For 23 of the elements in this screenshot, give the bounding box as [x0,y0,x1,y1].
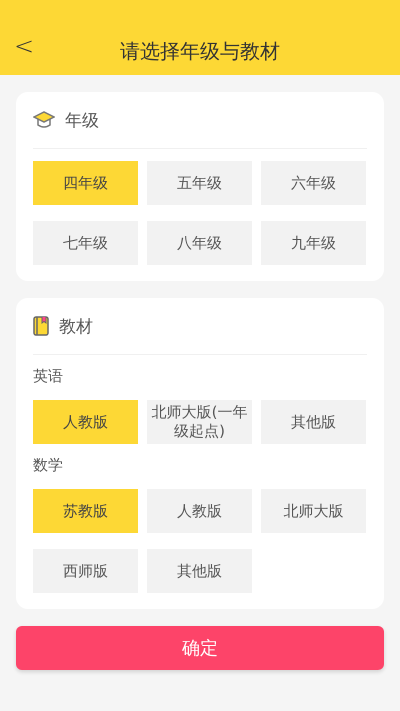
option-button[interactable]: 苏教版 [33,489,138,533]
page-title: 请选择年级与教材 [120,38,280,65]
option-button[interactable]: 八年级 [147,221,252,265]
option-button[interactable]: 北师大版 [261,489,366,533]
option-button[interactable]: 其他版 [147,549,252,593]
confirm-button[interactable]: 确定 [16,626,384,670]
subject-label: 数学 [33,456,64,475]
option-button[interactable]: 九年级 [261,221,366,265]
option-button[interactable]: 北师大版(一年级起点) [147,400,252,444]
section-title: 年级 [65,110,99,132]
back-button[interactable]: < [10,32,38,60]
option-button[interactable]: 西师版 [33,549,138,593]
option-button[interactable]: 人教版 [33,400,138,444]
section-title: 教材 [59,316,93,338]
option-button[interactable]: 人教版 [147,489,252,533]
option-button[interactable]: 五年级 [147,161,252,205]
option-button[interactable]: 七年级 [33,221,138,265]
book-icon [33,316,49,336]
option-button[interactable]: 其他版 [261,400,366,444]
subject-label: 英语 [33,367,64,386]
option-button[interactable]: 四年级 [33,161,138,205]
graduation-cap-icon [33,111,55,129]
option-button[interactable]: 六年级 [261,161,366,205]
